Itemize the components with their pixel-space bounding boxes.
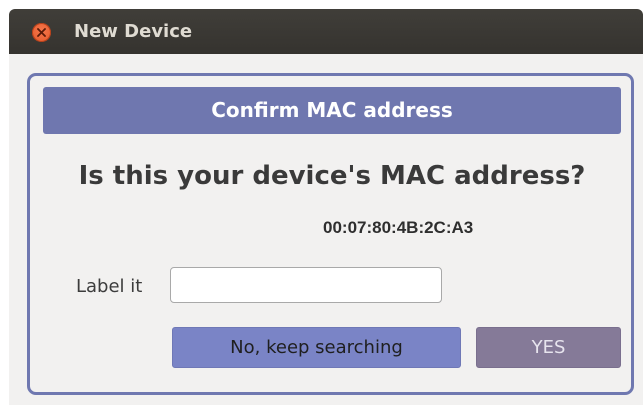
label-field-label: Label it [76, 276, 143, 297]
new-device-window: New Device Confirm MAC address Is this y… [9, 9, 643, 405]
label-input[interactable] [170, 267, 442, 303]
window-title: New Device [74, 21, 193, 42]
dialog-header: Confirm MAC address [43, 87, 621, 134]
close-icon [37, 28, 46, 37]
keep-searching-button[interactable]: No, keep searching [172, 327, 461, 368]
yes-button[interactable]: YES [476, 327, 621, 368]
confirm-question: Is this your device's MAC address? [78, 161, 586, 191]
title-bar[interactable]: New Device [9, 9, 643, 54]
mac-address: 00:07:80:4B:2C:A3 [323, 218, 474, 237]
close-button[interactable] [32, 23, 51, 42]
